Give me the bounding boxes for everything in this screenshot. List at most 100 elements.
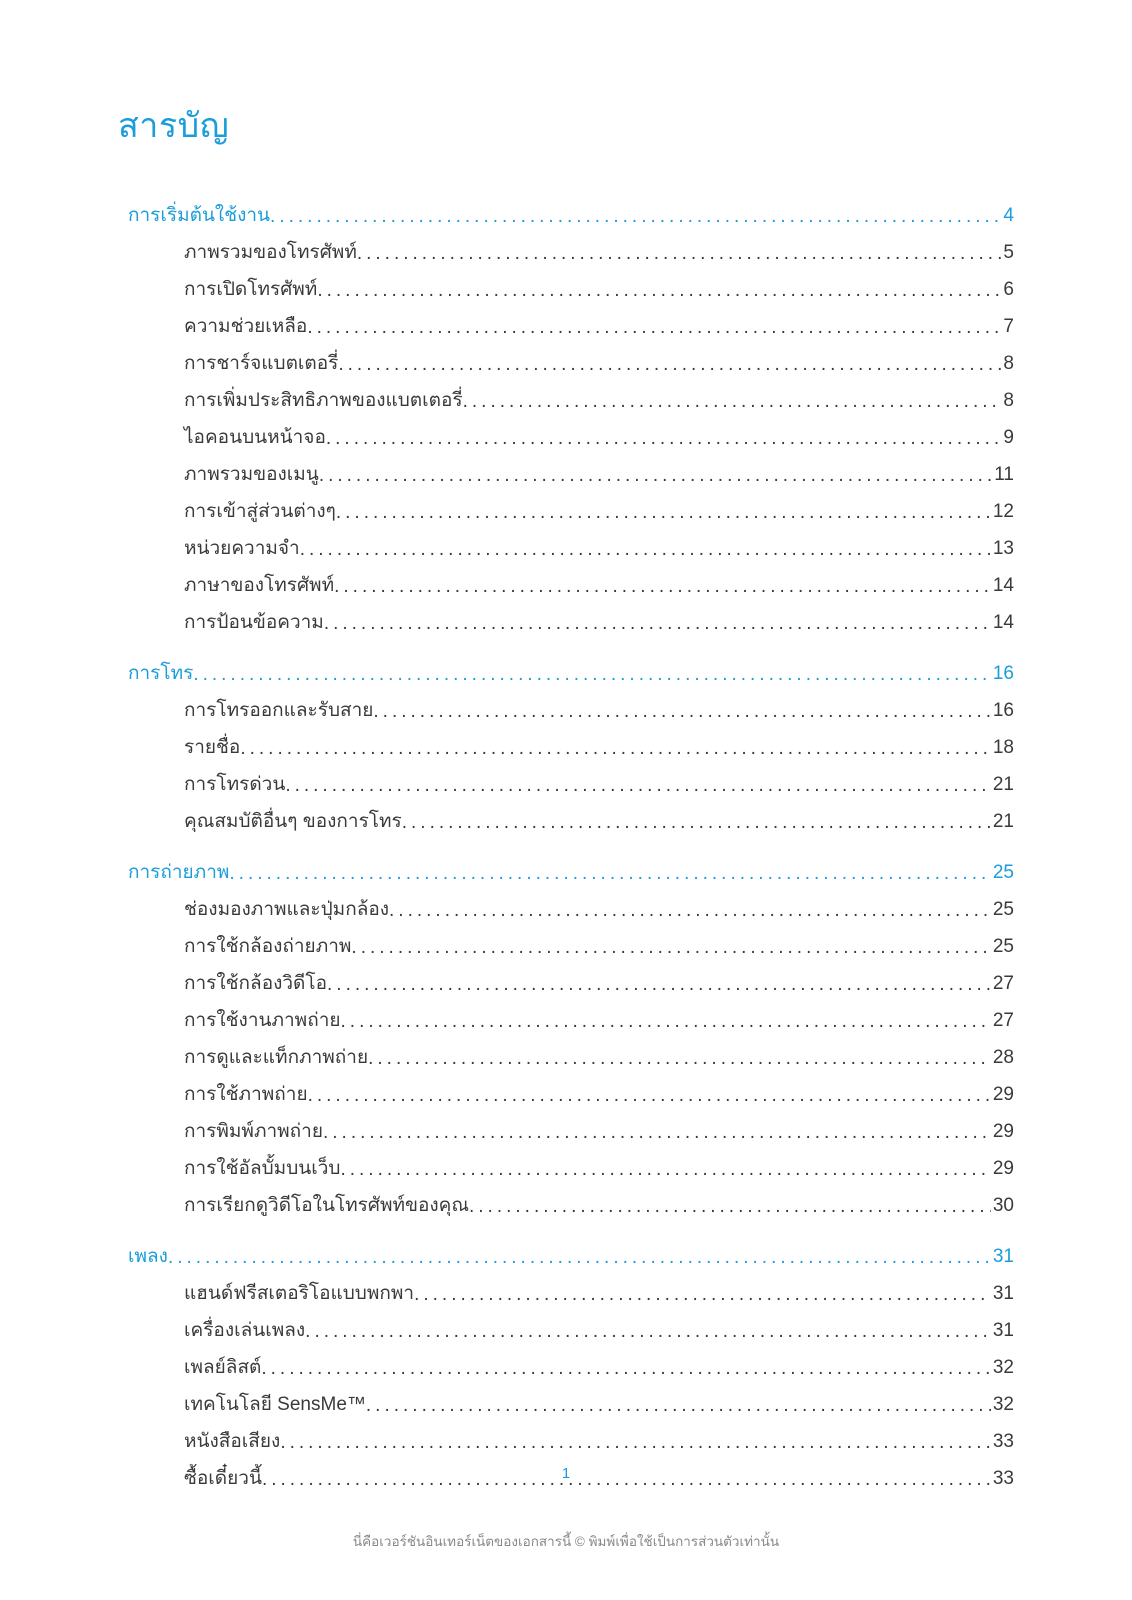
toc-item[interactable]: คุณสมบัติอื่นๆ ของการโทร................…	[118, 806, 1014, 836]
toc-item-label: การใช้กล้องถ่ายภาพ	[118, 931, 351, 961]
toc-dots: ........................................…	[336, 502, 991, 524]
toc-item[interactable]: การใช้งานภาพถ่าย........................…	[118, 1005, 1014, 1035]
toc-item-page: 31	[991, 1283, 1014, 1305]
toc-heading-label: การถ่ายภาพ	[118, 857, 229, 887]
toc-item-page: 5	[1001, 242, 1014, 264]
toc-dots: ........................................…	[368, 1048, 991, 1070]
toc-item[interactable]: การโทรด่วน..............................…	[118, 769, 1014, 799]
toc-item-label: การโทรออกและรับสาย	[118, 695, 373, 725]
toc-section-heading[interactable]: เพลง ...................................…	[118, 1241, 1014, 1271]
toc-item-page: 16	[991, 700, 1014, 722]
toc-item[interactable]: ไอคอนบนหน้าจอ...........................…	[118, 422, 1014, 452]
toc-item[interactable]: แฮนด์ฟรีสเตอริโอแบบพกพา.................…	[118, 1278, 1014, 1308]
toc-heading-page: 16	[991, 663, 1014, 685]
toc-item-label: ไอคอนบนหน้าจอ	[118, 422, 326, 452]
toc-dots: ........................................…	[340, 1159, 990, 1181]
toc-dots: ........................................…	[469, 1196, 991, 1218]
toc-item[interactable]: การเรียกดูวิดีโอในโทรศัพท์ของคุณ........…	[118, 1190, 1014, 1220]
toc-item-page: 28	[991, 1047, 1014, 1069]
toc-item-page: 30	[991, 1195, 1014, 1217]
toc-item[interactable]: การใช้กล้องวิดีโอ.......................…	[118, 968, 1014, 998]
toc-section-heading[interactable]: การถ่ายภาพ .............................…	[118, 857, 1014, 887]
toc-item-page: 7	[1001, 316, 1014, 338]
toc-item-label: ภาพรวมของโทรศัพท์	[118, 237, 357, 267]
toc-item-label: เทคโนโลยี SensMe™	[118, 1389, 366, 1419]
toc-item[interactable]: การเข้าสู่ส่วนต่างๆ.....................…	[118, 496, 1014, 526]
toc-heading-page: 25	[991, 862, 1014, 884]
toc-item[interactable]: เครื่องเล่นเพลง.........................…	[118, 1315, 1014, 1345]
toc-item[interactable]: หนังสือเสียง............................…	[118, 1426, 1014, 1456]
toc-dots: ........................................…	[351, 937, 990, 959]
toc-item[interactable]: การชาร์จแบตเตอรี่.......................…	[118, 348, 1014, 378]
toc-item[interactable]: การโทรออกและรับสาย......................…	[118, 695, 1014, 725]
toc-item[interactable]: เทคโนโลยี SensMe™.......................…	[118, 1389, 1014, 1419]
toc-heading-page: 4	[1001, 205, 1014, 227]
toc-item[interactable]: การดูและแท็กภาพถ่าย.....................…	[118, 1042, 1014, 1072]
toc-item-label: การเรียกดูวิดีโอในโทรศัพท์ของคุณ	[118, 1190, 469, 1220]
toc-dots: ........................................…	[240, 738, 991, 760]
toc-section-heading[interactable]: การโทร..................................…	[118, 658, 1014, 688]
toc-dots: ........................................…	[280, 1432, 991, 1454]
toc-item-label: ความช่วยเหลือ	[118, 311, 307, 341]
toc-item-page: 31	[991, 1320, 1014, 1342]
toc-item-page: 32	[991, 1357, 1014, 1379]
section-gap	[118, 1500, 1014, 1514]
toc-item-page: 21	[991, 811, 1014, 833]
toc-item-page: 9	[1001, 427, 1014, 449]
toc-dots: ........................................…	[402, 812, 991, 834]
toc-item-page: 11	[992, 464, 1014, 486]
toc-section-heading[interactable]: การเริ่มต้นใช้งาน.......................…	[118, 200, 1014, 230]
toc-item[interactable]: ภาษาของโทรศัพท์.........................…	[118, 570, 1014, 600]
section-gap	[118, 1227, 1014, 1241]
toc-item-label: ภาษาของโทรศัพท์	[118, 570, 334, 600]
toc-item[interactable]: หน่วยความจำ.............................…	[118, 533, 1014, 563]
toc-item-page: 29	[991, 1084, 1014, 1106]
toc-item-page: 13	[991, 538, 1014, 560]
toc-dots: ........................................…	[229, 863, 990, 885]
toc-item-page: 14	[991, 612, 1014, 634]
toc-item-label: ภาพรวมของเมนู	[118, 459, 319, 489]
toc-dots: ........................................…	[168, 1247, 991, 1269]
toc-dots: ........................................…	[389, 900, 991, 922]
toc-item-page: 8	[1001, 390, 1014, 412]
toc-heading-page: 31	[991, 1246, 1014, 1268]
toc-item-label: แฮนด์ฟรีสเตอริโอแบบพกพา	[118, 1278, 414, 1308]
toc-item[interactable]: ภาพรวมของโทรศัพท์ ......................…	[118, 237, 1014, 267]
toc-item-page: 18	[991, 737, 1014, 759]
toc-item-page: 14	[991, 575, 1014, 597]
toc-item[interactable]: การใช้กล้องถ่ายภาพ......................…	[118, 931, 1014, 961]
toc-item[interactable]: ภาพรวมของเมนู...........................…	[118, 459, 1014, 489]
toc-item[interactable]: การใช้อัลบั้มบนเว็บ.....................…	[118, 1153, 1014, 1183]
toc-item-label: การชาร์จแบตเตอรี่	[118, 348, 338, 378]
toc-dots: ........................................…	[317, 280, 1001, 302]
section-gap	[118, 644, 1014, 658]
toc-dots: ........................................…	[319, 465, 992, 487]
toc-heading-label: การโทร	[118, 658, 193, 688]
toc-item[interactable]: ความช่วยเหลือ...........................…	[118, 311, 1014, 341]
toc-item[interactable]: รายชื่อ ................................…	[118, 732, 1014, 762]
toc-dots: ........................................…	[323, 1122, 991, 1144]
toc-item-page: 33	[991, 1431, 1014, 1453]
toc-dots: ........................................…	[334, 576, 991, 598]
toc-dots: ........................................…	[341, 1011, 991, 1033]
toc-dots: ........................................…	[327, 974, 991, 996]
toc-dots: ........................................…	[463, 391, 1002, 413]
toc-item[interactable]: การพิมพ์ภาพถ่าย.........................…	[118, 1116, 1014, 1146]
toc-item[interactable]: การใช้ภาพถ่าย...........................…	[118, 1079, 1014, 1109]
toc-item-page: 8	[1001, 353, 1014, 375]
toc-item[interactable]: การเพิ่มประสิทธิภาพของแบตเตอรี่.........…	[118, 385, 1014, 415]
toc-item-page: 12	[991, 501, 1014, 523]
toc-item-page: 21	[991, 774, 1014, 796]
toc-item[interactable]: ช่องมองภาพและปุ่มกล้อง..................…	[118, 894, 1014, 924]
toc-item[interactable]: เพลย์ลิสต์..............................…	[118, 1352, 1014, 1382]
toc-item[interactable]: การป้อนข้อความ..........................…	[118, 607, 1014, 637]
toc-item[interactable]: การเปิดโทรศัพท์.........................…	[118, 274, 1014, 304]
toc-item-label: การดูและแท็กภาพถ่าย	[118, 1042, 368, 1072]
toc-dots: ........................................…	[261, 1358, 990, 1380]
page-title: สารบัญ	[118, 98, 1014, 152]
page-number: 1	[0, 1465, 1132, 1482]
toc-item-page: 27	[991, 973, 1014, 995]
toc-dots: ........................................…	[338, 354, 1001, 376]
section-gap	[118, 843, 1014, 857]
toc-item-label: การเพิ่มประสิทธิภาพของแบตเตอรี่	[118, 385, 463, 415]
